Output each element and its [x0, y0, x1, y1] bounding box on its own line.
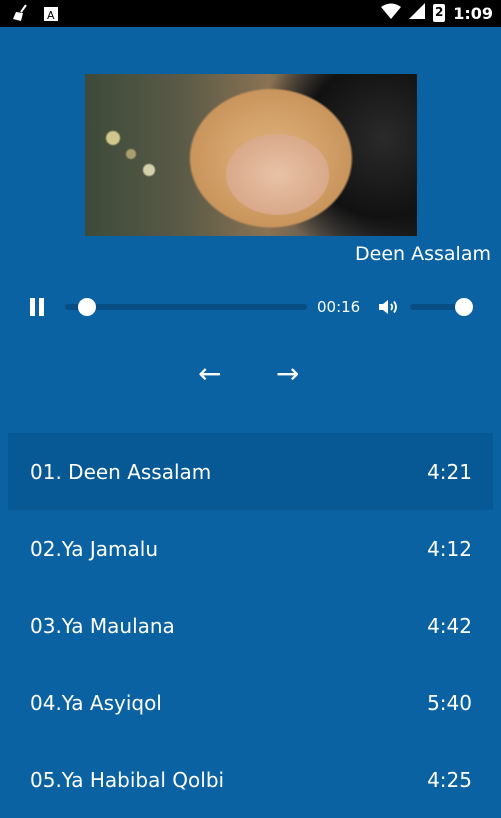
next-track-button[interactable]: →: [276, 356, 299, 392]
track-title: 03.Ya Maulana: [30, 613, 175, 638]
track-title: 01. Deen Assalam: [30, 459, 212, 484]
track-title: 05.Ya Habibal Qolbi: [30, 767, 225, 792]
volume-thumb[interactable]: [454, 298, 473, 316]
now-playing-title: Deen Assalam: [355, 243, 491, 265]
track-duration: 4:42: [427, 613, 472, 638]
track-title: 02.Ya Jamalu: [30, 536, 159, 561]
playlist-item[interactable]: 03.Ya Maulana 4:42: [8, 587, 493, 664]
track-navigation: ← →: [0, 356, 501, 392]
battery-icon: 2: [433, 4, 446, 22]
playlist-item[interactable]: 05.Ya Habibal Qolbi 4:25: [8, 741, 493, 818]
playlist-item[interactable]: 02.Ya Jamalu 4:12: [8, 510, 493, 587]
wifi-icon: [381, 3, 402, 23]
track-title: 04.Ya Asyiqol: [30, 690, 162, 715]
volume-slider[interactable]: [410, 298, 473, 316]
previous-track-button[interactable]: ←: [198, 356, 221, 392]
track-duration: 4:12: [427, 536, 472, 561]
pause-button[interactable]: [28, 298, 46, 316]
seek-thumb[interactable]: [77, 298, 96, 316]
elapsed-time: 00:16: [317, 298, 361, 316]
track-duration: 4:25: [427, 767, 472, 792]
broom-icon: [12, 4, 30, 26]
svg-text:A: A: [47, 9, 55, 21]
seek-bar[interactable]: [65, 298, 307, 316]
playlist-item[interactable]: 01. Deen Assalam 4:21: [8, 433, 493, 510]
track-duration: 5:40: [427, 690, 472, 715]
signal-icon: [409, 3, 426, 23]
battery-level: 2: [435, 5, 444, 19]
album-art: [85, 74, 417, 236]
a-icon: A: [44, 6, 58, 25]
player-controls: 00:16: [0, 290, 501, 324]
track-duration: 4:21: [427, 459, 472, 484]
playlist: 01. Deen Assalam 4:21 02.Ya Jamalu 4:12 …: [8, 433, 493, 818]
clock: 1:09: [453, 3, 493, 23]
playlist-item[interactable]: 04.Ya Asyiqol 5:40: [8, 664, 493, 741]
volume-icon[interactable]: [378, 298, 400, 316]
status-bar: A 2 1:09: [0, 0, 501, 27]
